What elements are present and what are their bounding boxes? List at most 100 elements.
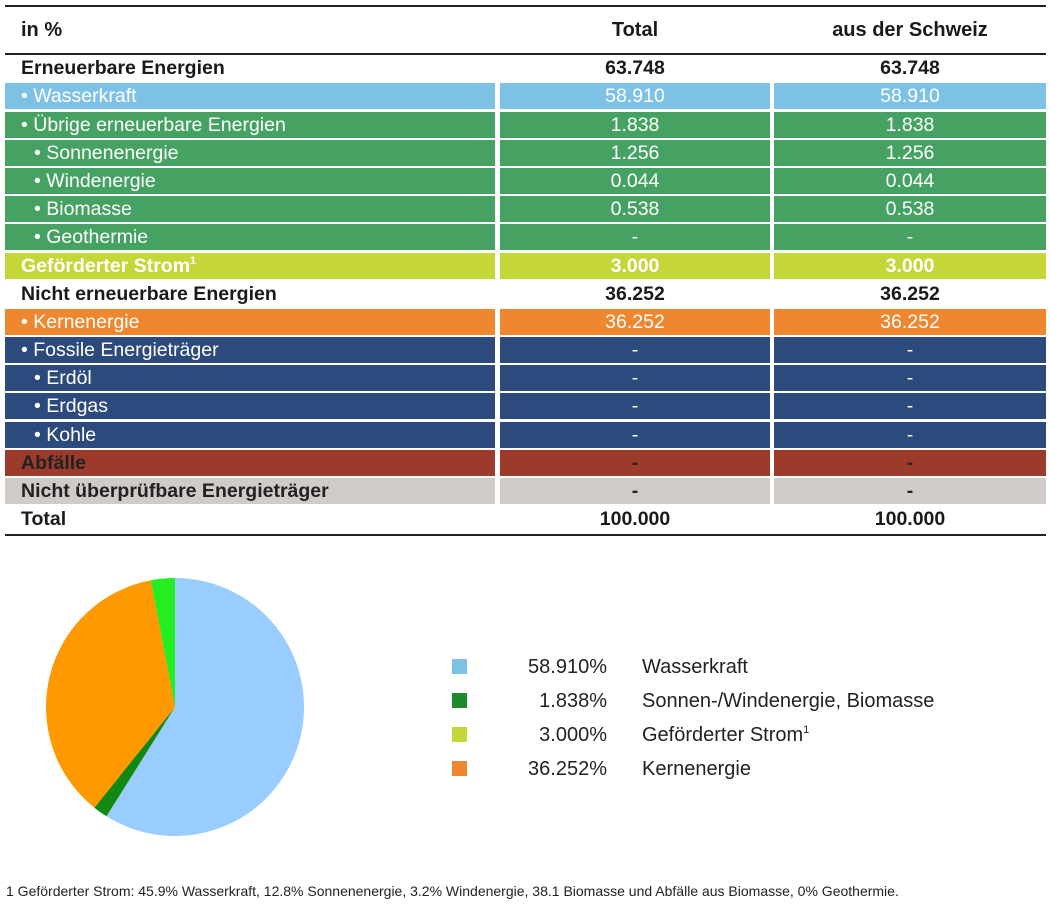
row-total-text: -: [631, 367, 639, 390]
row-label: • Kohle: [5, 421, 495, 448]
row-total-text: 3.000: [610, 254, 660, 277]
legend-swatch: [452, 693, 467, 708]
row-switzerland: 3.000: [774, 252, 1046, 279]
row-total-text: 1.838: [610, 113, 660, 136]
row-label-text: Erneuerbare Energien: [21, 57, 225, 80]
row-total: -: [500, 337, 770, 364]
row-total-text: 36.252: [605, 282, 665, 305]
row-label: • Erdgas: [5, 393, 495, 420]
legend-label-text: Kernenergie: [642, 758, 751, 780]
legend-item: 1.838% Sonnen-/Windenergie, Biomasse: [450, 684, 1010, 718]
row-switzerland-text: 100.000: [874, 508, 946, 531]
row-total: -: [500, 224, 770, 251]
row-switzerland: -: [774, 478, 1046, 504]
row-switzerland-text: 58.910: [880, 85, 940, 108]
table-header-row: in % Total aus der Schweiz: [5, 7, 1046, 55]
row-total: 1.838: [500, 111, 770, 138]
row-total: 36.252: [500, 281, 770, 307]
row-total: 0.538: [500, 196, 770, 223]
header-total: Total: [611, 19, 659, 41]
legend-swatch: [452, 727, 467, 742]
table-row: • Geothermie - -: [5, 224, 1046, 252]
pie-legend: 58.910% Wasserkraft 1.838% Sonnen-/Windener…: [450, 650, 1010, 786]
row-total: 58.910: [500, 83, 770, 110]
table-row: • Wasserkraft 58.910 58.910: [5, 83, 1046, 111]
row-switzerland: 0.044: [774, 167, 1046, 194]
table-row: Geförderter Strom1 3.000 3.000: [5, 252, 1046, 281]
footnote-marker: 1: [190, 254, 197, 267]
row-label: • Windenergie: [5, 167, 495, 194]
legend-label-text: Sonnen-/Windenergie, Biomasse: [642, 690, 935, 712]
row-label: • Fossile Energieträger: [5, 337, 495, 364]
row-label: Geförderter Strom1: [5, 252, 495, 279]
row-switzerland: 36.252: [774, 308, 1046, 335]
row-total-text: -: [631, 423, 639, 446]
legend-value: 3.000%: [539, 724, 607, 746]
legend-label: Wasserkraft: [642, 650, 748, 684]
row-label-text: • Erdgas: [34, 395, 109, 418]
table-row: Nicht überprüfbare Energieträger - -: [5, 478, 1046, 506]
table-row: • Erdgas - -: [5, 393, 1046, 421]
row-total: 0.044: [500, 167, 770, 194]
row-switzerland-text: -: [906, 226, 914, 249]
row-label-text: • Fossile Energieträger: [21, 339, 219, 362]
row-label: • Sonnenenergie: [5, 139, 495, 166]
header-unit: in %: [21, 19, 63, 41]
row-label-text: • Biomasse: [34, 198, 132, 221]
row-total: -: [500, 365, 770, 392]
table-row: • Sonnenenergie 1.256 1.256: [5, 139, 1046, 168]
legend-label: Geförderter Strom1: [642, 718, 809, 752]
row-switzerland: 1.838: [774, 111, 1046, 138]
row-switzerland: 58.910: [774, 83, 1046, 110]
row-label: • Biomasse: [5, 196, 495, 223]
row-total: -: [500, 421, 770, 448]
row-label: Total: [5, 506, 495, 532]
row-switzerland-text: 1.838: [885, 113, 935, 136]
row-total-text: -: [631, 480, 639, 502]
energy-table: in % Total aus der Schweiz Erneuerbare E…: [5, 5, 1046, 537]
table-row: Nicht erneuerbare Energien 36.252 36.252: [5, 281, 1046, 309]
row-total-text: 63.748: [605, 57, 665, 80]
table-row: • Biomasse 0.538 0.538: [5, 196, 1046, 224]
row-switzerland: 0.538: [774, 196, 1046, 223]
row-total-text: -: [631, 226, 639, 249]
table-body: Erneuerbare Energien 63.748 63.748 • Wasser…: [5, 55, 1046, 534]
row-switzerland-text: 36.252: [880, 282, 940, 305]
row-label-text: Nicht überprüfbare Energieträger: [21, 480, 329, 502]
row-total-text: 58.910: [605, 85, 665, 108]
header-switzerland: aus der Schweiz: [832, 19, 988, 41]
pie-chart: [45, 578, 305, 836]
row-total-text: 100.000: [599, 508, 671, 531]
table-row: • Erdöl - -: [5, 365, 1046, 393]
row-total-text: 0.044: [610, 169, 660, 192]
row-label-text: • Geothermie: [34, 226, 149, 249]
footnote: 1 Geförderter Strom: 45.9% Wasserkraft, …: [6, 883, 899, 899]
legend-swatch: [452, 761, 467, 776]
row-total-text: 36.252: [605, 310, 665, 333]
row-label-text: • Wasserkraft: [21, 85, 137, 108]
row-switzerland-text: 0.538: [885, 198, 935, 221]
table-row: Erneuerbare Energien 63.748 63.748: [5, 55, 1046, 83]
row-label: • Geothermie: [5, 224, 495, 251]
table-row: • Kohle - -: [5, 421, 1046, 450]
row-total: 100.000: [500, 506, 770, 532]
row-label-text: • Kohle: [34, 423, 97, 446]
row-label: • Erdöl: [5, 365, 495, 392]
row-switzerland: -: [774, 365, 1046, 392]
row-total-text: -: [631, 395, 639, 418]
row-switzerland-text: -: [906, 339, 914, 362]
table-row: • Kernenergie 36.252 36.252: [5, 308, 1046, 337]
legend-swatch: [452, 659, 467, 674]
legend-value: 58.910%: [528, 656, 607, 678]
legend-item: 58.910% Wasserkraft: [450, 650, 1010, 684]
row-switzerland: -: [774, 449, 1046, 476]
table-row: • Windenergie 0.044 0.044: [5, 167, 1046, 196]
row-switzerland-text: -: [906, 395, 914, 418]
table-row: • Übrige erneuerbare Energien 1.838 1.838: [5, 111, 1046, 140]
table-row: Abfälle - -: [5, 449, 1046, 478]
row-switzerland-text: -: [906, 367, 914, 390]
legend-item: 36.252% Kernenergie: [450, 752, 1010, 786]
row-label-text: • Kernenergie: [21, 310, 140, 333]
row-switzerland-text: 0.044: [885, 169, 935, 192]
row-switzerland: 100.000: [774, 506, 1046, 532]
